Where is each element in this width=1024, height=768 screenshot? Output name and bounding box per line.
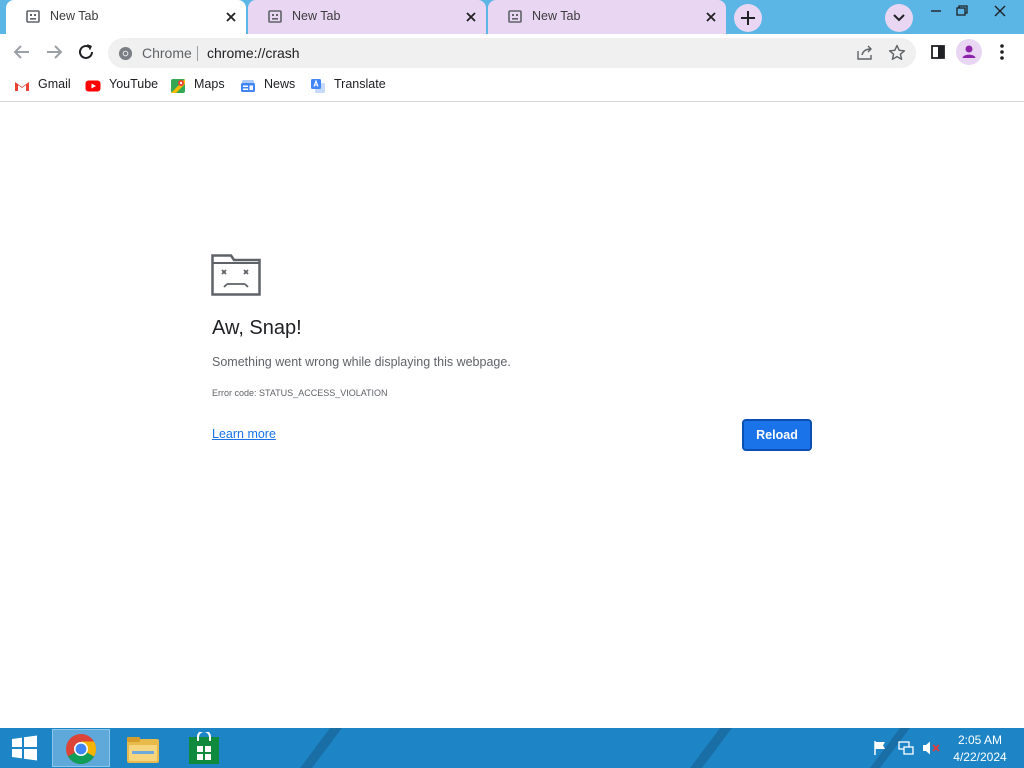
gmail-icon (15, 82, 29, 91)
site-chip-label: Chrome (142, 45, 192, 61)
profile-avatar[interactable] (956, 39, 982, 65)
youtube-icon (85, 80, 101, 92)
store-icon[interactable] (186, 732, 222, 766)
person-icon (962, 45, 976, 58)
sad-tab-favicon-icon (268, 10, 282, 23)
back-icon[interactable] (8, 38, 36, 66)
bookmark-star-icon[interactable] (888, 44, 906, 62)
tab-title: New Tab (292, 9, 341, 23)
bookmark-label: Gmail (38, 77, 71, 91)
new-tab-button[interactable] (734, 4, 762, 32)
sad-tab-favicon-icon (26, 10, 40, 23)
tab-new-tab-2[interactable]: New Tab (248, 0, 486, 34)
close-tab-icon[interactable] (702, 8, 720, 26)
news-icon (241, 80, 255, 92)
address-bar[interactable]: Chrome chrome://crash (108, 38, 916, 68)
side-panel-icon[interactable] (924, 38, 952, 66)
taskbar: 2:05 AM 4/22/2024 (0, 728, 1024, 768)
learn-more-link[interactable]: Learn more (212, 427, 276, 441)
network-icon[interactable] (898, 740, 914, 756)
error-title: Aw, Snap! (212, 317, 302, 339)
clock-date[interactable]: 4/22/2024 (944, 750, 1016, 764)
chevron-down-icon (893, 14, 905, 22)
bookmark-label: Maps (194, 77, 225, 91)
close-window-icon[interactable] (986, 0, 1014, 22)
sad-folder-icon (211, 254, 261, 296)
bookmark-label: YouTube (109, 77, 159, 91)
share-icon[interactable] (856, 45, 874, 61)
url-text[interactable]: chrome://crash (207, 45, 300, 61)
file-explorer-icon[interactable] (124, 733, 162, 765)
tab-search-button[interactable] (885, 4, 913, 32)
browser-toolbar: Chrome chrome://crash (0, 34, 1024, 70)
restore-icon[interactable] (948, 0, 976, 22)
volume-muted-icon[interactable] (922, 740, 940, 756)
close-tab-icon[interactable] (222, 8, 240, 26)
clock-time[interactable]: 2:05 AM (944, 733, 1016, 747)
reload-icon[interactable] (72, 38, 100, 66)
reload-button[interactable]: Reload (742, 419, 812, 451)
error-code: Error code: STATUS_ACCESS_VIOLATION (212, 388, 388, 398)
start-icon[interactable] (6, 733, 42, 763)
minimize-icon[interactable] (922, 0, 950, 22)
bookmark-label: Translate (334, 77, 386, 91)
tab-title: New Tab (50, 9, 99, 23)
tab-new-tab-3[interactable]: New Tab (488, 0, 726, 34)
chrome-icon (66, 734, 97, 765)
forward-icon[interactable] (40, 38, 68, 66)
tab-strip: New Tab New Tab New Tab (0, 0, 1024, 34)
tab-title: New Tab (532, 9, 581, 23)
more-menu-icon[interactable] (988, 38, 1016, 66)
tab-new-tab-1[interactable]: New Tab (6, 0, 246, 34)
chip-divider (197, 46, 198, 61)
action-center-flag-icon[interactable] (872, 740, 888, 756)
error-message: Something went wrong while displaying th… (212, 355, 511, 369)
bookmarks-bar: Gmail YouTube Maps News Translate (0, 70, 1024, 102)
sad-tab-favicon-icon (508, 10, 522, 23)
plus-icon (741, 11, 755, 25)
maps-icon (171, 79, 185, 93)
crash-page: Aw, Snap! Something went wrong while dis… (0, 102, 1024, 728)
bookmark-label: News (264, 77, 296, 91)
chrome-logo-icon (118, 46, 133, 61)
taskbar-chrome[interactable] (52, 729, 110, 767)
translate-icon (311, 79, 325, 93)
close-tab-icon[interactable] (462, 8, 480, 26)
